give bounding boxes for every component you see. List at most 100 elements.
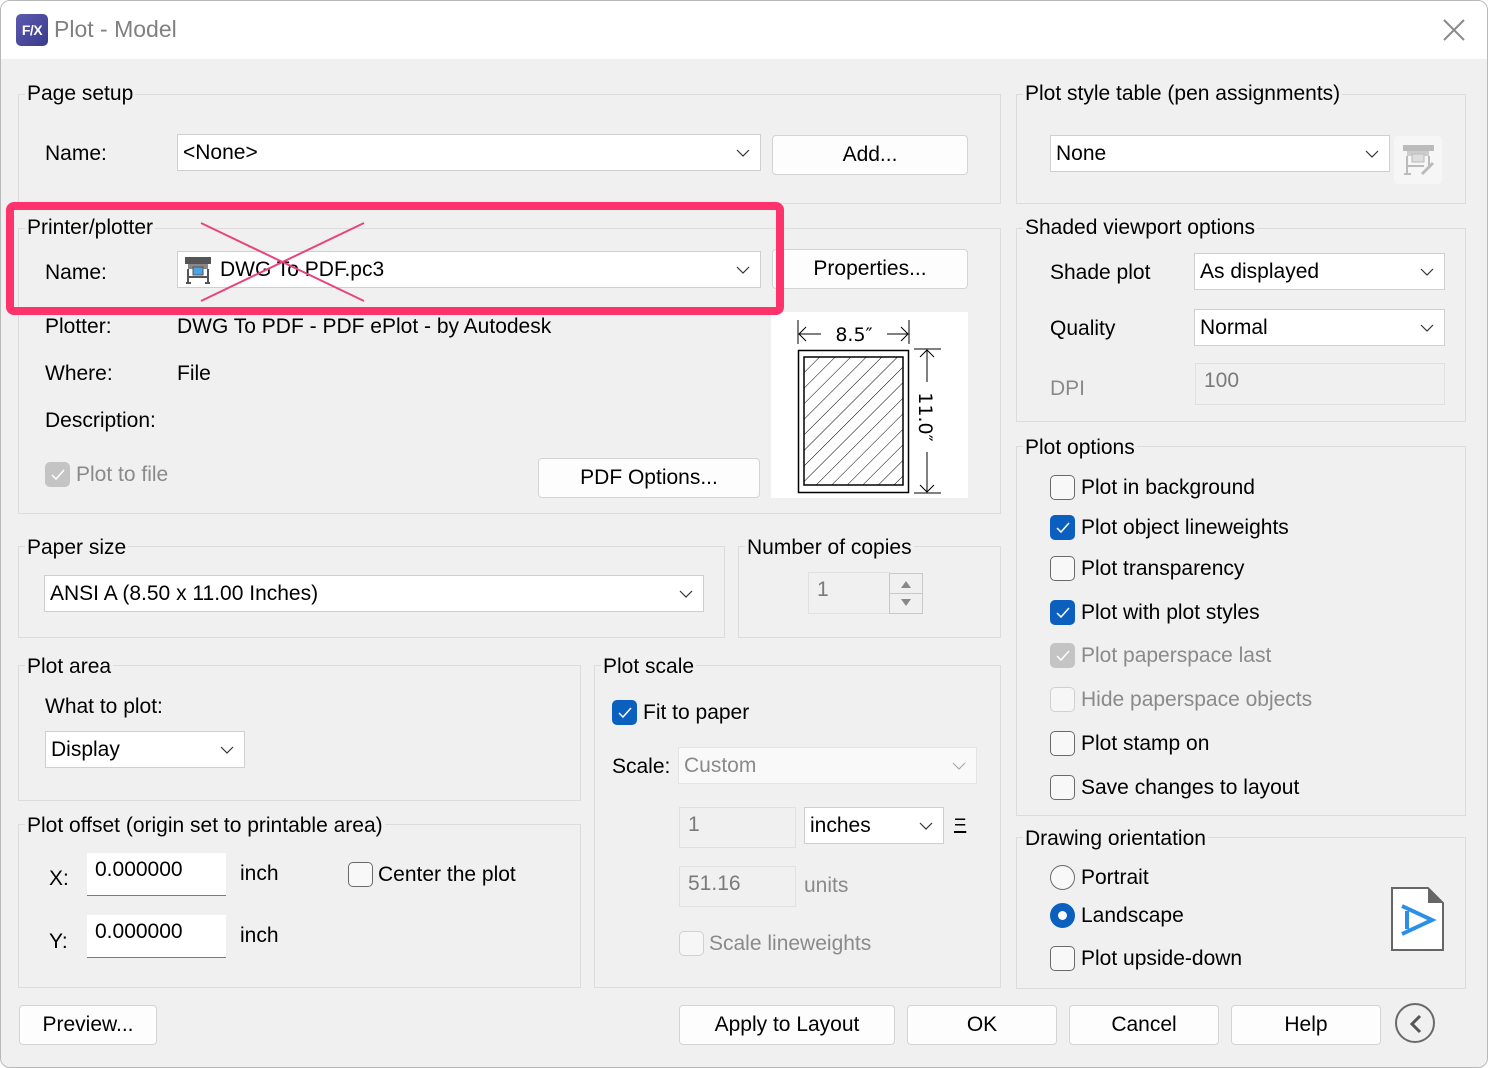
printer-name-value: DWG To PDF.pc3 (220, 258, 385, 281)
fit-to-paper-label: Fit to paper (643, 701, 750, 724)
dpi-input[interactable]: 100 (1195, 363, 1445, 405)
plot-to-file-label: Plot to file (76, 463, 169, 486)
units-value: inches (810, 814, 871, 837)
plot-style-legend: Plot style table (pen assignments) (1023, 82, 1343, 106)
plot-option-checkbox[interactable] (1050, 515, 1075, 540)
shade-plot-select[interactable]: As displayed (1194, 253, 1445, 290)
copies-stepper[interactable] (889, 573, 923, 614)
plot-options-group (1016, 446, 1466, 816)
plot-option-label: Hide paperspace objects (1081, 688, 1313, 711)
center-plot-label: Center the plot (378, 863, 516, 886)
units-select[interactable]: inches (804, 807, 944, 844)
copies-down-button[interactable] (890, 594, 922, 613)
plotter-value: DWG To PDF - PDF ePlot - by Autodesk (177, 315, 552, 338)
plot-option-checkbox[interactable] (1050, 556, 1075, 581)
preview-width-label: 8.5″ (835, 324, 872, 346)
what-to-plot-select[interactable]: Display (45, 731, 245, 768)
paper-size-value: ANSI A (8.50 x 11.00 Inches) (50, 582, 319, 605)
app-logo-icon: F/X (16, 14, 48, 46)
plot-option-label: Save changes to layout (1081, 776, 1300, 799)
pdf-options-button[interactable]: PDF Options... (538, 458, 760, 498)
plot-option-checkbox[interactable] (1050, 731, 1075, 756)
help-button[interactable]: Help (1231, 1005, 1381, 1045)
paper-size-select[interactable]: ANSI A (8.50 x 11.00 Inches) (44, 575, 704, 612)
plot-area-legend: Plot area (25, 655, 114, 679)
chevron-down-icon (919, 822, 933, 830)
plotter-label: Plotter: (45, 315, 112, 338)
plot-option-label: Plot with plot styles (1081, 601, 1260, 624)
drawing-units-input[interactable]: 51.16 (679, 866, 796, 907)
chevron-down-icon (952, 762, 966, 770)
upside-down-checkbox[interactable] (1050, 946, 1075, 971)
page-setup-name-select[interactable]: <None> (177, 134, 761, 171)
apply-to-layout-button[interactable]: Apply to Layout (679, 1005, 895, 1045)
drawing-units-label: units (804, 874, 849, 897)
shade-plot-value: As displayed (1200, 260, 1320, 283)
chevron-down-icon (1420, 268, 1434, 276)
copies-input[interactable]: 1 (808, 572, 890, 614)
fit-to-paper-checkbox[interactable] (612, 700, 637, 725)
printer-name-select[interactable]: DWG To PDF.pc3 (177, 251, 761, 288)
preview-height-label: 11.0″ (914, 392, 936, 441)
chevron-down-icon (1365, 150, 1379, 158)
cancel-button[interactable]: Cancel (1069, 1005, 1219, 1045)
chevron-down-icon (220, 746, 234, 754)
equals-sign: = (954, 811, 967, 834)
preview-button[interactable]: Preview... (19, 1005, 157, 1045)
plot-offset-group (18, 824, 581, 988)
scale-lineweights-checkbox[interactable] (679, 931, 704, 956)
plot-style-select[interactable]: None (1050, 135, 1390, 172)
close-button[interactable] (1439, 15, 1469, 45)
plot-style-value: None (1056, 142, 1107, 165)
plotter-icon (185, 257, 211, 284)
arrow-up-icon (901, 581, 911, 588)
page-setup-name-label: Name: (45, 142, 107, 165)
plot-option-checkbox[interactable] (1050, 775, 1075, 800)
collapse-options-button[interactable] (1395, 1003, 1435, 1043)
plot-options-legend: Plot options (1023, 436, 1137, 460)
properties-button[interactable]: Properties... (772, 249, 968, 289)
orientation-legend: Drawing orientation (1023, 827, 1208, 851)
offset-y-unit: inch (240, 924, 279, 947)
quality-value: Normal (1200, 316, 1268, 339)
plot-option-checkbox[interactable] (1050, 600, 1075, 625)
description-label: Description: (45, 409, 156, 432)
offset-x-input[interactable]: 0.000000 (87, 853, 226, 896)
edit-plot-style-button[interactable] (1394, 136, 1442, 184)
page-setup-legend: Page setup (25, 82, 136, 106)
plot-option-checkbox[interactable] (1050, 687, 1075, 712)
scale-lineweights-label: Scale lineweights (709, 932, 872, 955)
upside-down-label: Plot upside-down (1081, 947, 1243, 970)
chevron-down-icon (1420, 324, 1434, 332)
ok-button[interactable]: OK (907, 1005, 1057, 1045)
plot-offset-legend: Plot offset (origin set to printable are… (25, 814, 385, 838)
portrait-label: Portrait (1081, 866, 1149, 889)
shaded-viewport-legend: Shaded viewport options (1023, 216, 1257, 240)
scale-select[interactable]: Custom (678, 747, 977, 784)
plot-to-file-checkbox[interactable] (45, 462, 70, 487)
plot-option-label: Plot paperspace last (1081, 644, 1272, 667)
what-to-plot-value: Display (51, 738, 120, 761)
plot-option-checkbox[interactable] (1050, 475, 1075, 500)
plot-option-label: Plot object lineweights (1081, 516, 1289, 539)
quality-select[interactable]: Normal (1194, 309, 1445, 346)
plot-scale-legend: Plot scale (601, 655, 697, 679)
chevron-down-icon (736, 266, 750, 274)
scale-label: Scale: (612, 755, 671, 778)
landscape-radio[interactable] (1050, 903, 1075, 928)
checkmark-icon (1056, 522, 1070, 534)
paper-units-input[interactable]: 1 (679, 807, 796, 848)
where-label: Where: (45, 362, 113, 385)
plot-option-checkbox[interactable] (1050, 643, 1075, 668)
plot-option-label: Plot in background (1081, 476, 1255, 499)
plot-dialog: F/X Plot - Model Page setup Name: <None>… (0, 0, 1488, 1068)
plotter-edit-icon (1403, 145, 1435, 176)
checkmark-icon (51, 469, 65, 481)
copies-up-button[interactable] (890, 574, 922, 594)
paper-preview: 8.5″ 11.0″ (771, 312, 968, 498)
portrait-radio[interactable] (1050, 865, 1075, 890)
add-button[interactable]: Add... (772, 135, 968, 175)
checkmark-icon (618, 707, 632, 719)
center-plot-checkbox[interactable] (348, 862, 373, 887)
offset-y-input[interactable]: 0.000000 (87, 915, 226, 958)
